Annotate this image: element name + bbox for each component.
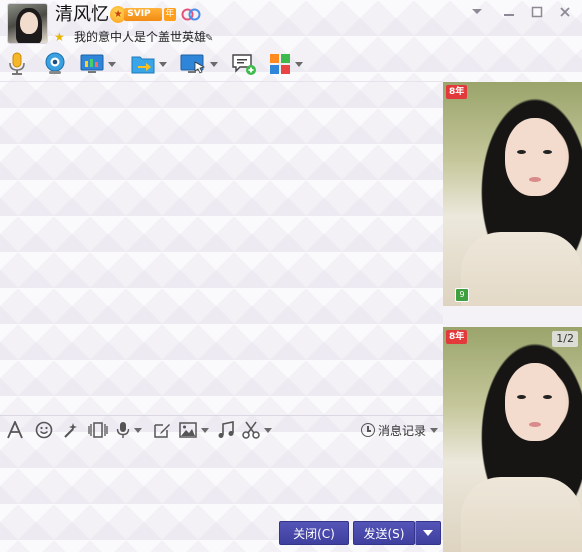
photo-lip xyxy=(529,422,541,427)
voice-message-button[interactable] xyxy=(116,420,142,440)
webcam-icon xyxy=(45,52,65,74)
screenshot-button[interactable] xyxy=(242,420,272,440)
photo-coat xyxy=(461,232,582,306)
signature-edit-icon[interactable]: ✎ xyxy=(205,33,213,44)
call-toolbar xyxy=(0,48,582,80)
file-transfer-button[interactable] xyxy=(131,51,167,77)
photo-face xyxy=(505,363,565,441)
emoji-icon xyxy=(35,421,53,439)
chevron-down-icon xyxy=(423,530,433,536)
photo-eye xyxy=(543,150,552,154)
microphone-icon xyxy=(9,52,25,75)
screen-share-button[interactable] xyxy=(80,51,116,77)
contact-name[interactable]: 清风忆 xyxy=(55,4,109,26)
chevron-down-icon xyxy=(201,427,209,433)
photo-lip xyxy=(529,177,541,182)
contact-show-photo[interactable]: 8年 1/2 xyxy=(443,327,582,552)
chevron-down-icon xyxy=(295,61,303,67)
close-icon[interactable] xyxy=(553,2,577,22)
shake-button[interactable] xyxy=(88,420,108,440)
message-input[interactable] xyxy=(0,444,443,518)
magic-wand-icon xyxy=(64,423,77,438)
apps-icon xyxy=(270,54,290,74)
screen-share-icon xyxy=(80,54,104,73)
font-button[interactable] xyxy=(7,420,23,440)
screenshot-icon xyxy=(242,421,260,439)
image-icon xyxy=(179,422,197,438)
level-badge: 9 xyxy=(455,288,469,302)
create-discussion-button[interactable] xyxy=(231,51,257,77)
vip-years-badge: 8年 xyxy=(446,85,468,99)
vip-level-label: SVIP 8 xyxy=(124,8,162,32)
star-icon: ★ xyxy=(54,30,65,44)
file-transfer-icon xyxy=(131,56,155,74)
emoji-button[interactable] xyxy=(35,420,53,440)
music-icon xyxy=(218,421,234,438)
photo-coat xyxy=(461,477,582,552)
photo-eye xyxy=(543,395,552,399)
remote-desktop-icon xyxy=(180,54,206,74)
message-history-button[interactable]: 消息记录 xyxy=(361,421,439,439)
magic-emoji-button[interactable] xyxy=(62,420,80,440)
clock-icon xyxy=(361,423,375,437)
maximize-icon[interactable] xyxy=(525,2,549,22)
chevron-down-icon xyxy=(108,61,116,67)
contact-show-photo[interactable]: 8年 9 xyxy=(443,82,582,306)
voice-message-icon xyxy=(116,422,130,438)
message-display-area[interactable] xyxy=(0,82,443,415)
chevron-down-icon xyxy=(210,61,218,67)
contact-avatar[interactable] xyxy=(7,3,48,44)
photo-eye xyxy=(517,150,526,154)
page-indicator[interactable]: 1/2 xyxy=(552,331,578,347)
video-call-button[interactable] xyxy=(43,51,67,77)
chevron-down-icon xyxy=(430,427,439,433)
minimize-icon[interactable] xyxy=(497,2,521,22)
photo-eye xyxy=(517,395,526,399)
photo-face xyxy=(505,118,565,196)
font-icon xyxy=(7,421,23,439)
input-toolbar: 消息记录 xyxy=(0,416,443,444)
chevron-down-icon[interactable] xyxy=(465,2,489,22)
close-button[interactable]: 关闭(C) xyxy=(279,521,349,545)
chevron-down-icon xyxy=(134,427,142,433)
send-button[interactable]: 发送(S) xyxy=(353,521,415,545)
image-button[interactable] xyxy=(179,420,209,440)
edit-button[interactable] xyxy=(153,420,171,440)
chevron-down-icon xyxy=(159,61,167,67)
voice-call-button[interactable] xyxy=(7,51,27,77)
vip-badge[interactable]: ★ SVIP 8 年 xyxy=(110,6,177,32)
remote-desktop-button[interactable] xyxy=(180,51,218,77)
vip-years-badge: 8年 xyxy=(446,330,468,344)
avatar-face xyxy=(20,12,38,34)
apps-button[interactable] xyxy=(269,51,303,77)
music-button[interactable] xyxy=(217,420,235,440)
chat-header: 清风忆 ★ SVIP 8 年 ★ 我的意中人是个盖世英雄 ✎ xyxy=(0,0,582,48)
chevron-down-icon xyxy=(264,427,272,433)
message-history-label: 消息记录 xyxy=(378,423,427,438)
contact-signature: 我的意中人是个盖世英雄 xyxy=(74,30,207,44)
create-discussion-icon xyxy=(232,54,256,75)
contact-show-panel: 8年 9 8年 1/2 xyxy=(443,82,582,552)
send-options-button[interactable] xyxy=(415,521,441,545)
shake-icon xyxy=(88,422,108,438)
vip-year-label: 年 xyxy=(163,8,177,21)
edit-icon xyxy=(154,424,170,438)
qq-service-icon[interactable] xyxy=(181,8,201,21)
